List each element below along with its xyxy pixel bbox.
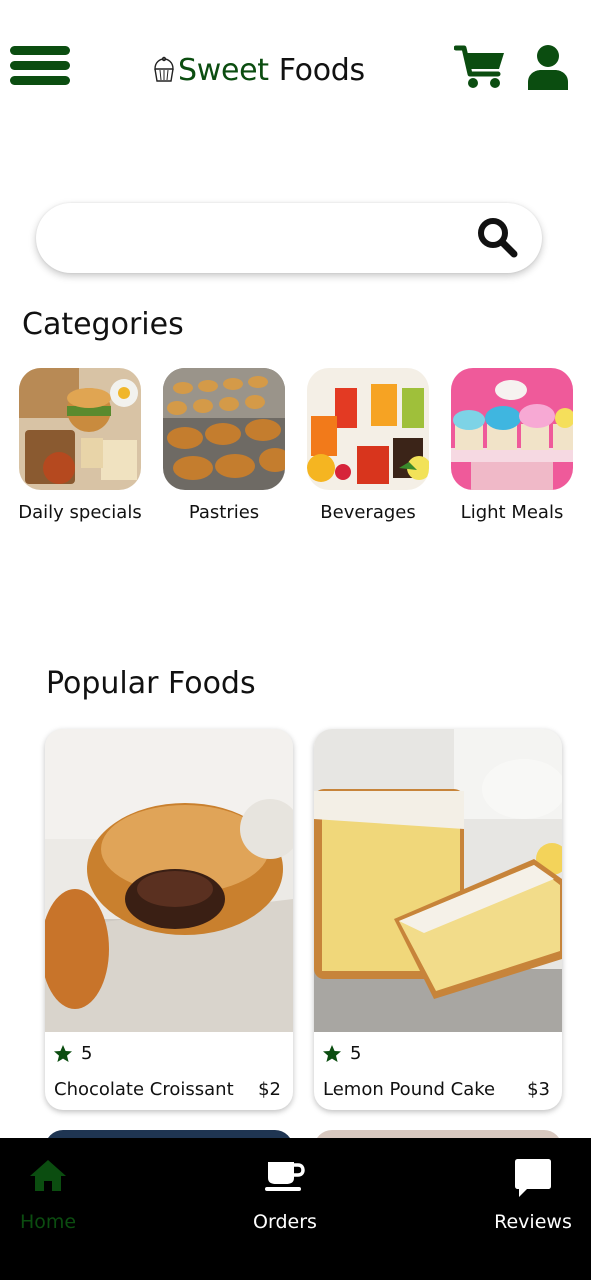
category-beverages[interactable]: Beverages (298, 368, 438, 523)
chocolate-croissant-image (45, 729, 293, 1032)
brand-logo: Sweet Foods (152, 50, 365, 90)
brand-name-sweet: Sweet (178, 52, 269, 88)
rating-value: 5 (81, 1043, 93, 1064)
home-icon (30, 1160, 66, 1191)
category-label: Pastries (188, 502, 260, 523)
cupcake-icon (154, 56, 174, 82)
food-name: Chocolate Croissant (54, 1079, 234, 1100)
category-label: Light Meals (460, 502, 564, 523)
category-daily-specials[interactable]: Daily specials (10, 368, 150, 523)
rating: 5 (322, 1043, 361, 1064)
search-icon[interactable] (476, 216, 518, 258)
nav-label: Home (19, 1211, 77, 1233)
popular-foods-title: Popular Foods (46, 666, 256, 701)
daily-specials-image (19, 368, 141, 490)
brand-name-foods: Foods (278, 52, 365, 88)
hamburger-menu-icon[interactable] (10, 46, 70, 90)
lemon-pound-cake-image (314, 729, 562, 1032)
nav-orders[interactable]: Orders (240, 1138, 330, 1280)
nav-home[interactable]: Home (8, 1138, 88, 1280)
user-icon[interactable] (527, 44, 569, 90)
star-icon (323, 1044, 341, 1062)
category-light-meals[interactable]: Light Meals (442, 368, 582, 523)
nav-label: Orders (253, 1211, 317, 1233)
food-card-chocolate-croissant[interactable]: 5 Chocolate Croissant $2 (45, 729, 293, 1110)
nav-label: Reviews (494, 1211, 572, 1233)
nav-reviews[interactable]: Reviews (488, 1138, 578, 1280)
food-card-lemon-pound-cake[interactable]: 5 Lemon Pound Cake $3 (314, 729, 562, 1110)
beverages-image (307, 368, 429, 490)
food-price: $3 (527, 1079, 550, 1100)
search-input[interactable] (64, 217, 484, 259)
star-icon (54, 1044, 72, 1062)
rating-value: 5 (350, 1043, 362, 1064)
app-header: Sweet Foods (0, 0, 591, 140)
food-price: $2 (258, 1079, 281, 1100)
bottom-navigation: Home Orders Reviews (0, 1138, 591, 1280)
category-label: Daily specials (18, 502, 142, 523)
category-label: Beverages (320, 502, 416, 523)
chat-bubble-icon (515, 1159, 551, 1197)
pastries-image (163, 368, 285, 490)
food-name: Lemon Pound Cake (323, 1079, 496, 1100)
category-pastries[interactable]: Pastries (154, 368, 294, 523)
rating: 5 (53, 1043, 92, 1064)
light-meals-image (451, 368, 573, 490)
categories-list: Daily specials Pastries Beverages Light … (0, 368, 591, 528)
categories-title: Categories (22, 307, 184, 342)
cart-icon[interactable] (454, 44, 506, 90)
search-bar (36, 203, 542, 273)
coffee-cup-icon (265, 1162, 305, 1191)
